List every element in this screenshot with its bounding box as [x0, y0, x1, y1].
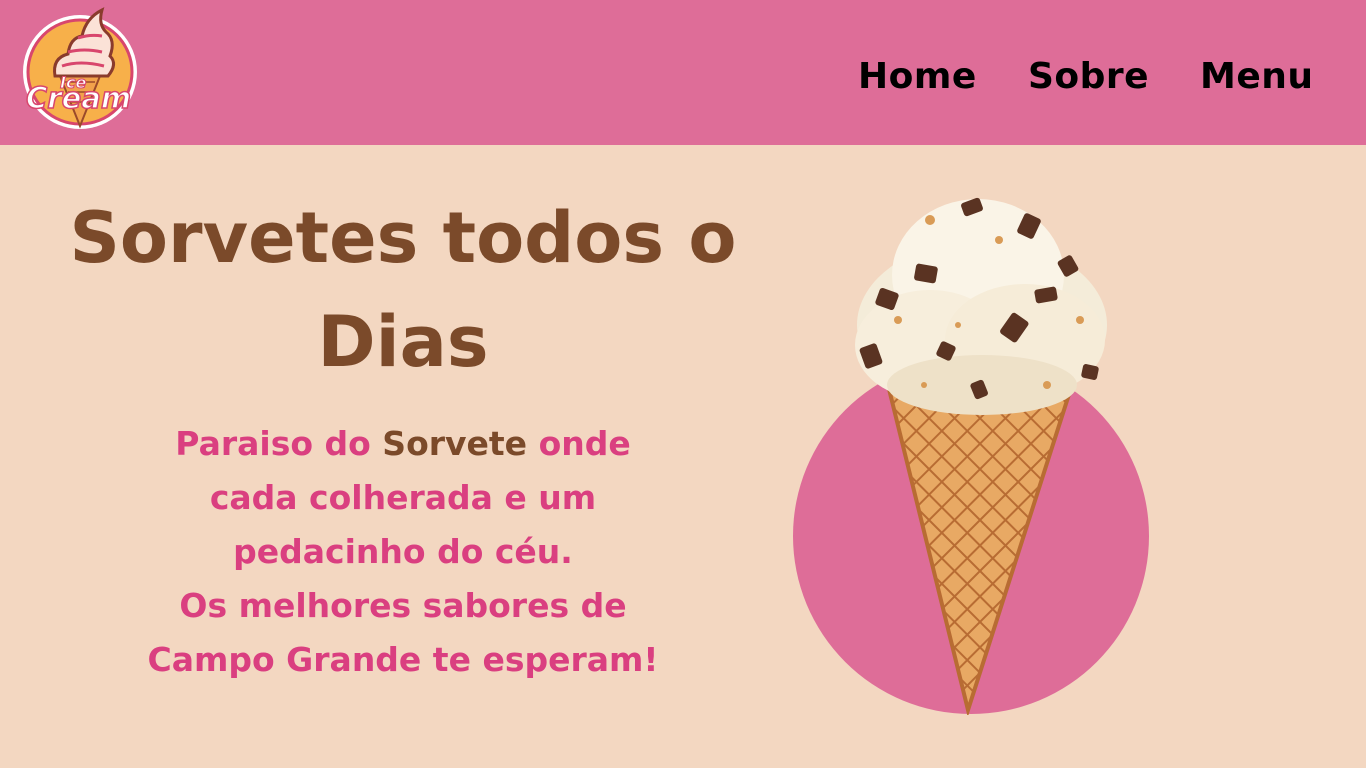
hero-title-line1: Sorvetes todos o — [69, 197, 737, 279]
hero-title-line2: Dias — [317, 301, 489, 383]
hero-text-sorvete: Sorvete — [382, 424, 528, 463]
logo-text-cream: Cream — [26, 81, 131, 115]
ice-cream-logo[interactable]: Ice Cream — [20, 6, 142, 134]
hero-text-line2: cada colherada e um — [209, 478, 597, 517]
nav-sobre[interactable]: Sobre — [1028, 52, 1149, 102]
hero-text-line4: Os melhores sabores de — [179, 586, 627, 625]
hero-text-intro: Paraiso do — [175, 424, 371, 463]
ice-cream-cone-image — [855, 197, 1107, 715]
hero-title: Sorvetes todos o Dias — [40, 186, 766, 394]
nav-home[interactable]: Home — [858, 52, 977, 102]
hero-text-onde: onde — [538, 424, 631, 463]
site-header: Ice Cream Home Sobre Menu — [0, 0, 1366, 145]
hero-text-line5: Campo Grande te esperam! — [147, 640, 659, 679]
hero-description: Paraiso do Sorvete onde cada colherada e… — [90, 417, 716, 687]
nav-menu[interactable]: Menu — [1200, 52, 1314, 102]
hero-text-line3: pedacinho do céu. — [233, 532, 573, 571]
